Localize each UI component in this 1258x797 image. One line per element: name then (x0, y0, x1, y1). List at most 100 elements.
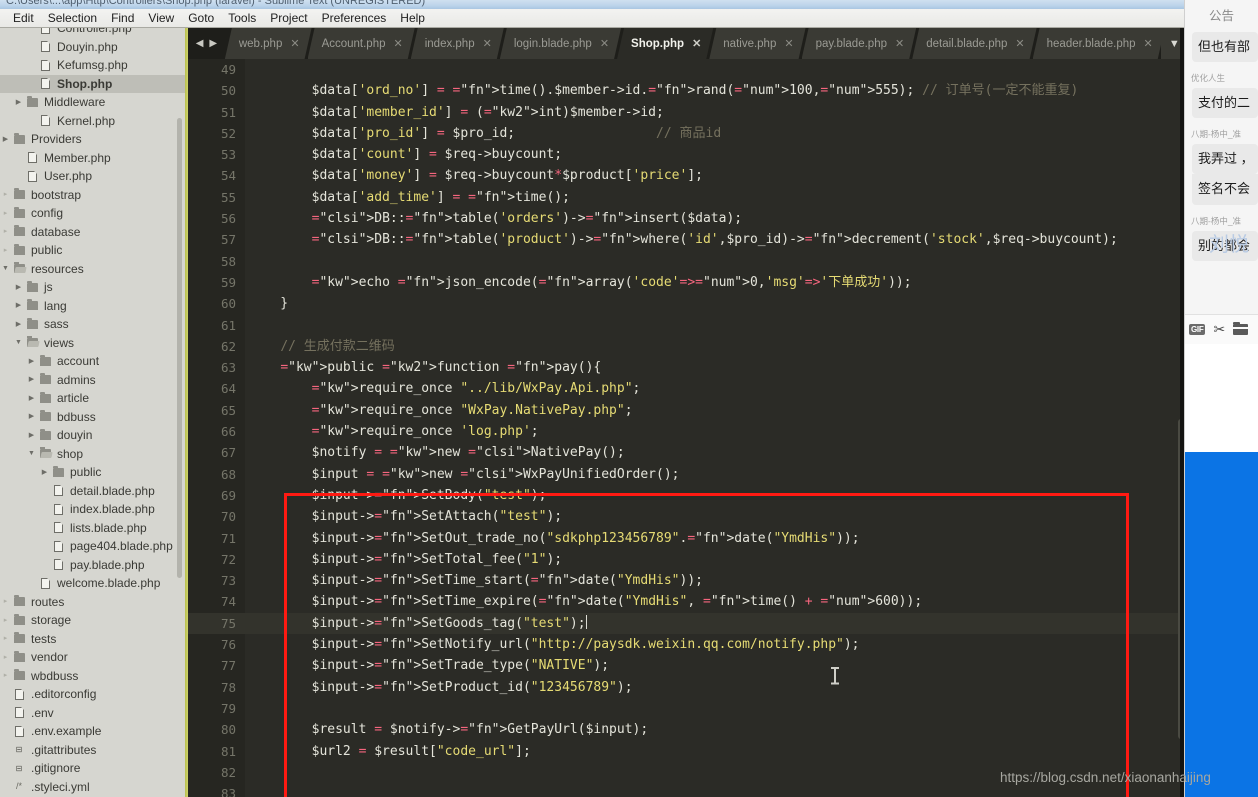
file-tree-item[interactable]: ▸ vendor (0, 648, 186, 667)
chat-message-bubble[interactable]: 但也有部 (1192, 32, 1258, 63)
editor-tab[interactable]: detail.blade.php ✕ (912, 28, 1036, 59)
file-tree-item[interactable]: ▸ wbdbuss (0, 667, 186, 686)
menu-item-find[interactable]: Find (104, 10, 141, 26)
file-tree-item[interactable]: ▸ bootstrap (0, 186, 186, 205)
file-tree-item[interactable]: Member.php (0, 149, 186, 168)
file-tree-item[interactable]: ▸ storage (0, 611, 186, 630)
file-tree-item[interactable]: Kernel.php (0, 112, 186, 131)
chat-panel[interactable]: 公告 但也有部 优化人生 支付的二 八期-杨中_准 我弄过 ，签名不会 八期-杨中_准 别的… (1184, 0, 1258, 797)
menu-item-help[interactable]: Help (393, 10, 432, 26)
tab-close-icon[interactable]: ✕ (483, 37, 492, 50)
code-line[interactable]: $input->="fn">SetTotal_fee("1"); (245, 549, 1188, 570)
code-line[interactable]: // 生成付款二维码 (245, 336, 1188, 357)
file-tree-item[interactable]: ▶ public (0, 463, 186, 482)
code-line[interactable]: ="clsi">DB::="fn">table('product')->="fn… (245, 229, 1188, 250)
tab-close-icon[interactable]: ✕ (692, 37, 701, 50)
editor-tab[interactable]: web.php ✕ (225, 28, 312, 59)
file-tree-item[interactable]: ▸ config (0, 204, 186, 223)
code-line[interactable]: ="kw">require_once "WxPay.NativePay.php"… (245, 400, 1188, 421)
file-tree-item[interactable]: welcome.blade.php (0, 574, 186, 593)
folder-icon[interactable] (1233, 322, 1249, 335)
chat-message-bubble[interactable]: 签名不会 (1192, 174, 1258, 205)
code-line[interactable]: $input->="fn">SetGoods_tag("test"); (245, 612, 1188, 635)
tab-close-icon[interactable]: ✕ (1015, 37, 1024, 50)
code-content[interactable]: $data['ord_no'] = ="fn">time().$member->… (245, 59, 1188, 797)
tab-close-icon[interactable]: ✕ (394, 37, 403, 50)
file-tree-item[interactable]: ▸ database (0, 223, 186, 242)
tab-next-icon[interactable]: ▶ (209, 38, 217, 49)
tab-close-icon[interactable]: ✕ (1144, 37, 1153, 50)
tab-close-icon[interactable]: ✕ (784, 37, 793, 50)
file-tree-item[interactable]: pay.blade.php (0, 556, 186, 575)
file-tree-item[interactable]: ▶ sass (0, 315, 186, 334)
chat-input-area[interactable] (1185, 344, 1258, 452)
editor-tab[interactable]: Shop.php ✕ (617, 28, 713, 59)
editor-tab[interactable]: native.php ✕ (709, 28, 805, 59)
gif-icon[interactable]: GIF (1189, 324, 1206, 335)
code-line[interactable]: $input->="fn">SetAttach("test"); (245, 506, 1188, 527)
editor-tab[interactable]: index.php ✕ (411, 28, 504, 59)
file-tree-item[interactable]: ⊟ .gitattributes (0, 741, 186, 760)
code-line[interactable]: $notify = ="kw">new ="clsi">NativePay(); (245, 442, 1188, 463)
file-tree-item[interactable]: ▸ tests (0, 630, 186, 649)
file-tree-item[interactable]: Kefumsg.php (0, 56, 186, 75)
file-tree-item[interactable]: Douyin.php (0, 38, 186, 57)
code-line[interactable]: $input->="fn">SetTrade_type("NATIVE"); (245, 655, 1188, 676)
file-tree-sidebar[interactable]: Controller.php Douyin.php Kefumsg.php Shop.… (0, 28, 186, 797)
code-line[interactable]: $input->="fn">SetBody("test"); (245, 485, 1188, 506)
file-tree-item[interactable]: ▶ bdbuss (0, 408, 186, 427)
code-line[interactable]: $data['add_time'] = ="fn">time(); (245, 187, 1188, 208)
file-tree-item[interactable]: index.blade.php (0, 500, 186, 519)
chat-message-bubble[interactable]: 支付的二 (1192, 88, 1258, 119)
tab-prev-icon[interactable]: ◀ (196, 38, 204, 49)
file-tree-item[interactable]: /* .styleci.yml (0, 778, 186, 797)
file-tree-item[interactable]: ▶ article (0, 389, 186, 408)
file-tree-item[interactable]: detail.blade.php (0, 482, 186, 501)
editor-tab[interactable]: Account.php ✕ (308, 28, 415, 59)
file-tree-item[interactable]: .env.example (0, 722, 186, 741)
chat-message-bubble[interactable]: 我弄过 ， (1192, 144, 1258, 175)
menu-item-goto[interactable]: Goto (181, 10, 221, 26)
code-line[interactable]: $data['ord_no'] = ="fn">time().$member->… (245, 80, 1188, 101)
tab-close-icon[interactable]: ✕ (290, 37, 299, 50)
editor-tab[interactable]: header.blade.php ✕ (1033, 28, 1165, 59)
editor-tab[interactable]: pay.blade.php ✕ (802, 28, 917, 59)
code-line[interactable]: $input->="fn">SetTime_expire(="fn">date(… (245, 591, 1188, 612)
menu-item-preferences[interactable]: Preferences (315, 10, 394, 26)
tab-close-icon[interactable]: ✕ (895, 37, 904, 50)
code-line[interactable] (245, 698, 1188, 719)
file-tree-item[interactable]: ▶ douyin (0, 426, 186, 445)
menu-item-edit[interactable]: Edit (6, 10, 41, 26)
tab-close-icon[interactable]: ✕ (600, 37, 609, 50)
code-line[interactable]: $input->="fn">SetNotify_url("http://pays… (245, 634, 1188, 655)
chat-message-bubble[interactable]: 别的都会 (1192, 230, 1258, 261)
file-tree-item[interactable]: ▶ account (0, 352, 186, 371)
code-line[interactable] (245, 315, 1188, 336)
code-line[interactable]: $input->="fn">SetOut_trade_no("sdkphp123… (245, 528, 1188, 549)
code-line[interactable]: ="kw">public ="kw2">function ="fn">pay()… (245, 357, 1188, 378)
file-tree-item[interactable]: lists.blade.php (0, 519, 186, 538)
file-tree-item[interactable]: page404.blade.php (0, 537, 186, 556)
file-tree-item[interactable]: ▼ resources (0, 260, 186, 279)
code-line[interactable]: } (245, 293, 1188, 314)
file-tree-item[interactable]: ▶ lang (0, 297, 186, 316)
file-tree-item[interactable]: ▸ routes (0, 593, 186, 612)
menu-item-tools[interactable]: Tools (221, 10, 263, 26)
code-line[interactable]: $url2 = $result["code_url"]; (245, 741, 1188, 762)
code-line[interactable]: ="kw">echo ="fn">json_encode(="fn">array… (245, 272, 1188, 293)
code-line[interactable] (245, 251, 1188, 272)
code-area[interactable]: 49 50 51 52 53 54 55 56 57 58 59 60 61 62 63 64 65 66 67 68… (188, 59, 1188, 797)
file-tree-item[interactable]: ▼ views (0, 334, 186, 353)
file-tree-item[interactable]: .env (0, 704, 186, 723)
code-line[interactable]: $input = ="kw">new ="clsi">WxPayUnifiedO… (245, 464, 1188, 485)
sidebar-scrollbar[interactable] (177, 118, 182, 578)
scissors-icon[interactable]: ✂ (1213, 321, 1225, 338)
file-tree-item[interactable]: Shop.php (0, 74, 186, 93)
file-tree-item[interactable]: Controller.php (0, 28, 186, 38)
code-line[interactable]: ="kw">require_once "../lib/WxPay.Api.php… (245, 378, 1188, 399)
file-tree-item[interactable]: .editorconfig (0, 685, 186, 704)
file-tree-item[interactable]: ⊟ .gitignore (0, 759, 186, 778)
file-tree-item[interactable]: User.php (0, 167, 186, 186)
menu-item-project[interactable]: Project (263, 10, 314, 26)
code-line[interactable] (245, 783, 1188, 797)
